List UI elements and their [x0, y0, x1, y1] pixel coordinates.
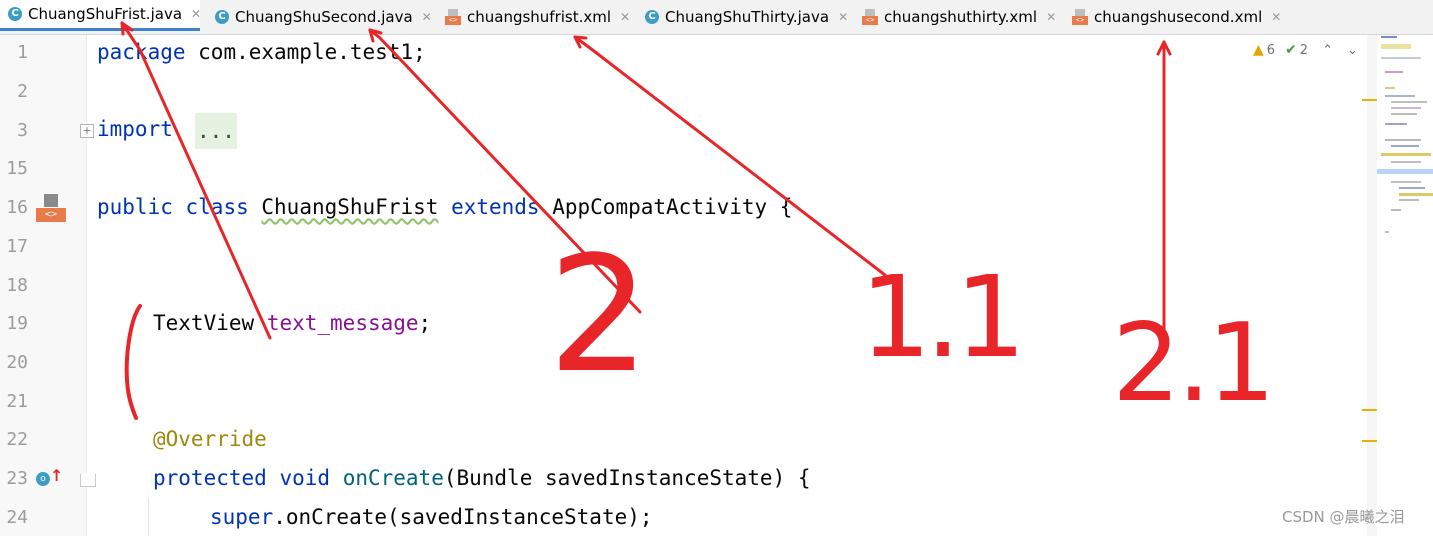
- annotation-number: 2.1: [1112, 301, 1276, 426]
- annotation-number: 2: [548, 221, 650, 408]
- annotation-number: 1.1: [860, 253, 1026, 383]
- annotation-bracket: [124, 304, 142, 420]
- watermark: CSDN @晨曦之泪: [1282, 508, 1405, 526]
- red-annotation-overlay: [120, 21, 1172, 420]
- annotation-arrow: [120, 21, 272, 340]
